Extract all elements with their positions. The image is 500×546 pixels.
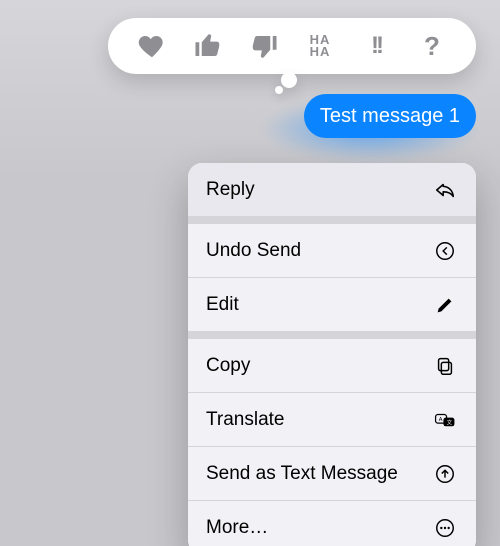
undo-icon	[432, 238, 458, 264]
haha-icon: HAHA	[310, 34, 331, 58]
copy-icon	[432, 353, 458, 379]
message-text: Test message 1	[320, 105, 460, 127]
tapback-bar: HAHA !! ?	[108, 18, 476, 74]
menu-edit[interactable]: Edit	[188, 278, 476, 331]
menu-more[interactable]: More…	[188, 501, 476, 546]
more-icon	[432, 515, 458, 541]
menu-copy[interactable]: Copy	[188, 339, 476, 392]
exclamation-icon: !!	[371, 32, 381, 60]
tapback-heart[interactable]	[132, 26, 172, 66]
menu-label: Copy	[206, 355, 250, 377]
menu-reply[interactable]: Reply	[188, 163, 476, 216]
menu-label: More…	[206, 517, 268, 539]
message-context-menu: Reply Undo Send Edit Copy Translate A文 S…	[188, 163, 476, 546]
message-bubble: Test message 1	[304, 94, 476, 138]
menu-label: Reply	[206, 179, 255, 201]
menu-label: Edit	[206, 294, 239, 316]
reply-icon	[432, 177, 458, 203]
thumbs-down-icon	[249, 31, 279, 61]
menu-label: Undo Send	[206, 240, 301, 262]
menu-label: Send as Text Message	[206, 463, 398, 485]
tapback-haha[interactable]: HAHA	[300, 26, 340, 66]
menu-undo-send[interactable]: Undo Send	[188, 224, 476, 277]
send-up-icon	[432, 461, 458, 487]
thumbs-up-icon	[193, 31, 223, 61]
tapback-emphasis[interactable]: !!	[356, 26, 396, 66]
svg-text:A: A	[439, 416, 443, 422]
menu-label: Translate	[206, 409, 285, 431]
edit-icon	[432, 292, 458, 318]
menu-translate[interactable]: Translate A文	[188, 393, 476, 446]
tapback-question[interactable]: ?	[412, 26, 452, 66]
tapback-thumbs-up[interactable]	[188, 26, 228, 66]
menu-send-as-text[interactable]: Send as Text Message	[188, 447, 476, 500]
sent-message[interactable]: Test message 1	[304, 94, 476, 138]
heart-icon	[137, 31, 167, 61]
translate-icon: A文	[432, 407, 458, 433]
tapback-thumbs-down[interactable]	[244, 26, 284, 66]
question-icon: ?	[424, 31, 440, 62]
